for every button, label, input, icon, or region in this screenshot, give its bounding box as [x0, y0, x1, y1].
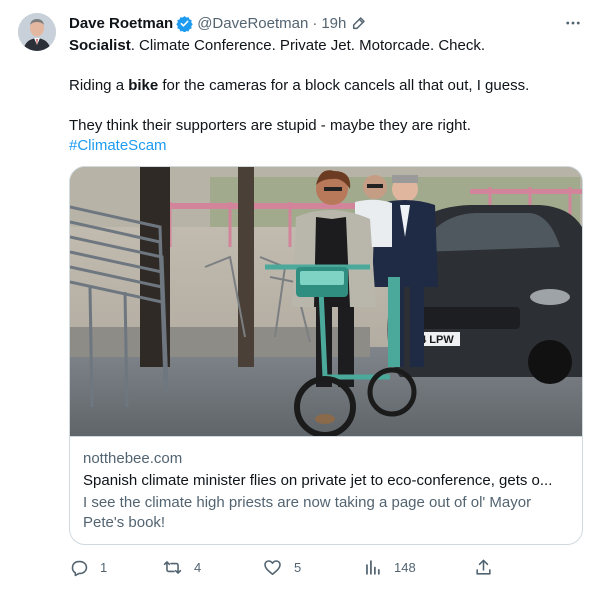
tweet[interactable]: Dave Roetman @DaveRoetman · 19h Socialis… [0, 0, 598, 589]
card-description[interactable]: I see the climate high priests are now t… [83, 493, 569, 533]
author-display-name[interactable]: Dave Roetman [69, 15, 173, 32]
reply-button[interactable]: 1 [69, 557, 107, 577]
views-button[interactable]: 148 [363, 557, 416, 577]
more-dots-icon[interactable] [562, 12, 584, 34]
line2-post: for the cameras for a block cancels all … [158, 77, 530, 94]
card-image[interactable]: 24 LPW [70, 167, 582, 436]
separator-dot: · [312, 14, 318, 32]
card-domain[interactable]: notthebee.com [83, 449, 569, 469]
repost-count: 4 [194, 559, 202, 575]
tweet-line-1: Socialist. Climate Conference. Private J… [69, 36, 579, 56]
like-heart-icon [263, 558, 282, 577]
views-count: 148 [394, 559, 416, 575]
reply-icon [69, 558, 88, 577]
tweet-line-2: Riding a bike for the cameras for a bloc… [69, 76, 579, 96]
repost-icon [163, 558, 182, 577]
views-chart-icon [363, 558, 382, 577]
reply-count: 1 [100, 559, 108, 575]
like-button[interactable]: 5 [263, 557, 301, 577]
card-meta[interactable]: notthebee.com Spanish climate minister f… [70, 436, 582, 544]
card-title[interactable]: Spanish climate minister flies on privat… [83, 471, 569, 491]
hashtag-link[interactable]: #ClimateScam [69, 136, 579, 156]
tweet-text: Socialist. Climate Conference. Private J… [69, 36, 579, 156]
share-icon [474, 558, 493, 577]
line2-pre: Riding a [69, 77, 129, 94]
like-count: 5 [294, 559, 302, 575]
repost-button[interactable]: 4 [163, 557, 201, 577]
tweet-timestamp[interactable]: 19h [321, 15, 346, 32]
line1-rest: . Climate Conference. Private Jet. Motor… [130, 37, 486, 54]
share-button[interactable] [474, 557, 493, 577]
tweet-header: Dave Roetman @DaveRoetman · 19h [69, 13, 367, 33]
verified-badge-icon[interactable] [176, 15, 193, 32]
edit-pencil-icon[interactable] [351, 15, 367, 31]
tweet-line-3: They think their supporters are stupid -… [69, 117, 471, 134]
avatar[interactable] [18, 13, 56, 51]
bold-socialist: Socialist [69, 37, 131, 54]
action-bar: 1 4 5 148 [69, 557, 499, 577]
bold-bike: bike [128, 77, 159, 94]
author-handle[interactable]: @DaveRoetman [197, 15, 308, 32]
link-card[interactable]: 24 LPW notthebee.com Spanish climate min… [69, 166, 583, 545]
